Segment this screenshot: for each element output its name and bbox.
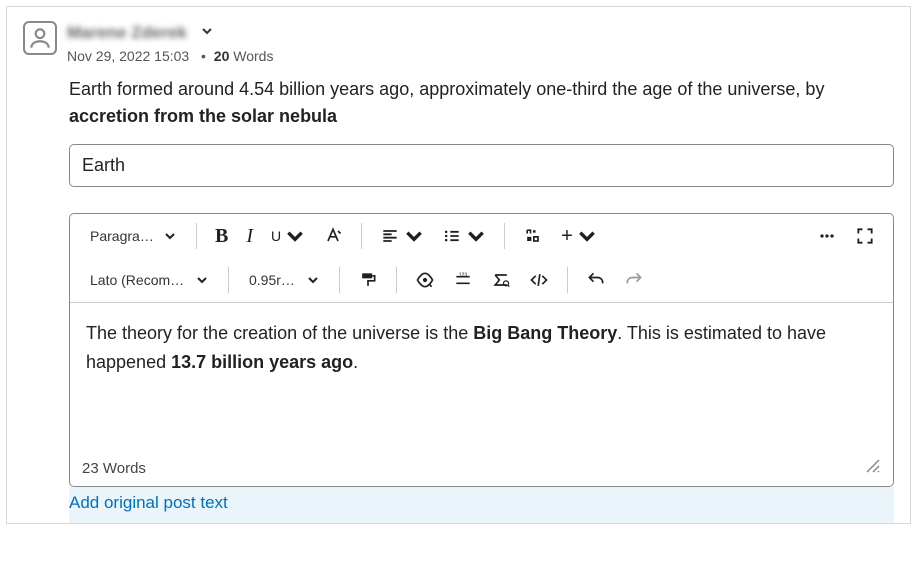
editor-text: . [353, 352, 358, 372]
insert-plus-button[interactable]: + [553, 220, 605, 252]
toolbar-row-1: Paragraph B I U [70, 214, 893, 258]
font-size-select[interactable]: 0.95re… [239, 264, 329, 296]
redo-button[interactable] [616, 264, 652, 296]
add-original-post-link[interactable]: Add original post text [69, 493, 228, 512]
editor-wordcount: 23 Words [82, 460, 146, 477]
post-container: Marene Zderek Nov 29, 2022 15:03 • 20 Wo… [6, 6, 911, 524]
separator [228, 267, 229, 293]
editor-text: The theory for the creation of the unive… [86, 323, 473, 343]
text-color-button[interactable] [315, 220, 351, 252]
separator [339, 267, 340, 293]
editor-footer: 23 Words [70, 452, 893, 486]
separator [504, 223, 505, 249]
insert-media-button[interactable] [515, 220, 551, 252]
post-body: Earth formed around 4.54 billion years a… [69, 76, 894, 130]
block-format-select[interactable]: Paragraph [80, 220, 186, 252]
post-meta: Nov 29, 2022 15:03 • 20 Words [67, 48, 894, 64]
bold-button[interactable]: B [207, 220, 236, 252]
fullscreen-button[interactable] [847, 220, 883, 252]
accessibility-checker-button[interactable] [407, 264, 443, 296]
post-header: Marene Zderek Nov 29, 2022 15:03 • 20 Wo… [23, 21, 894, 64]
svg-text:123: 123 [459, 273, 468, 279]
post-wordcount-label: Words [229, 48, 273, 64]
author-name: Marene Zderek [67, 23, 187, 43]
list-button[interactable] [434, 220, 494, 252]
more-button[interactable] [809, 220, 845, 252]
resize-handle-icon[interactable] [865, 458, 881, 478]
separator [396, 267, 397, 293]
italic-button[interactable]: I [238, 220, 261, 252]
separator [361, 223, 362, 249]
source-code-button[interactable] [521, 264, 557, 296]
add-original-post-bar: Add original post text [69, 487, 894, 523]
undo-button[interactable] [578, 264, 614, 296]
wordcount-settings-button[interactable]: 123 [445, 264, 481, 296]
align-button[interactable] [372, 220, 432, 252]
format-painter-button[interactable] [350, 264, 386, 296]
post-wordcount-number: 20 [214, 48, 230, 64]
post-body-text: Earth formed around 4.54 billion years a… [69, 79, 824, 99]
separator [567, 267, 568, 293]
equation-button[interactable] [483, 264, 519, 296]
separator [196, 223, 197, 249]
underline-button[interactable]: U [263, 220, 313, 252]
rich-text-editor: Paragraph B I U [69, 213, 894, 487]
author-menu-button[interactable] [197, 21, 217, 44]
post-body-bold: accretion from the solar nebula [69, 106, 337, 126]
font-family-select[interactable]: Lato (Recomm… [80, 264, 218, 296]
title-input[interactable] [69, 144, 894, 187]
avatar [23, 21, 57, 55]
editor-text-bold: 13.7 billion years ago [171, 352, 353, 372]
editor-text-bold: Big Bang Theory [473, 323, 617, 343]
editor-content[interactable]: The theory for the creation of the unive… [70, 302, 893, 452]
post-timestamp: Nov 29, 2022 15:03 [67, 48, 189, 64]
toolbar-row-2: Lato (Recomm… 0.95re… 123 [70, 258, 893, 302]
